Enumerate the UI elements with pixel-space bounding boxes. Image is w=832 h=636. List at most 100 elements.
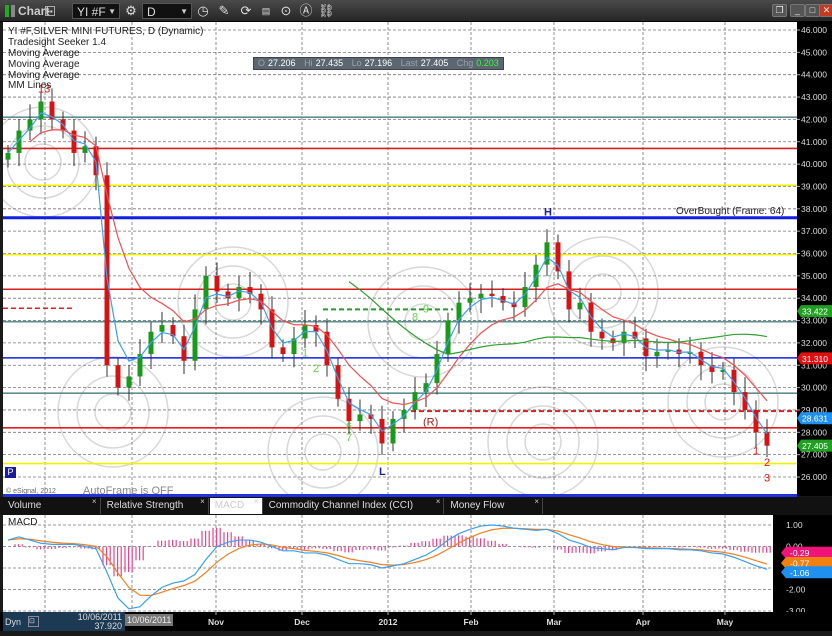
- price-pane[interactable]: 13 H L (R) 1 2 6 7 8 9 1 2 3 YI #F,SILVER MINI FUTUR…: [3, 22, 797, 496]
- y-tick-label: 28.000: [801, 427, 827, 437]
- candle-body: [236, 287, 242, 299]
- close-tab-icon[interactable]: ×: [534, 494, 539, 510]
- tab-label: Money Flow: [450, 500, 505, 511]
- tab-label: Volume: [8, 500, 42, 511]
- candle-body: [38, 101, 44, 120]
- candle-body: [159, 325, 165, 332]
- close-tab-icon[interactable]: ×: [200, 494, 205, 510]
- seeker-label: 9: [423, 304, 429, 316]
- gann-circle: [3, 106, 99, 218]
- low-value: 27.196: [364, 58, 393, 68]
- tab-money-flow[interactable]: Money Flow ×: [445, 497, 543, 514]
- tab-label: Commodity Channel Index (CCI): [268, 500, 414, 511]
- settings-icon[interactable]: ⚙: [123, 3, 139, 19]
- y-tick-label: 35.000: [801, 271, 827, 281]
- refresh-icon[interactable]: ⟳: [238, 3, 254, 19]
- candle-body: [5, 152, 11, 160]
- candle-body: [115, 365, 121, 388]
- candle-body: [632, 331, 638, 339]
- play-icon[interactable]: ⊙: [278, 3, 294, 19]
- chart-app-icon: [5, 3, 17, 19]
- y-tick-label: 37.000: [801, 226, 827, 236]
- gann-circle: [304, 433, 342, 471]
- symbol-input[interactable]: YI #F ▼: [72, 3, 120, 19]
- macd-line: [7, 524, 768, 610]
- close-tab-icon[interactable]: ×: [254, 494, 259, 510]
- high-label: Hi: [304, 58, 313, 68]
- candle-body: [599, 331, 605, 339]
- gann-circle: [267, 396, 379, 496]
- candle-body: [357, 414, 363, 422]
- seeker-label: 3: [764, 472, 770, 484]
- link-chain-icon[interactable]: ⛓: [318, 3, 335, 19]
- lock-icon[interactable]: ⊡: [28, 616, 39, 627]
- y-tick-label: 32.000: [801, 338, 827, 348]
- gann-circle: [76, 375, 150, 449]
- price-chart: 13HL(R)126789123: [3, 22, 797, 496]
- macd-tick-label: 1.00: [786, 520, 803, 530]
- close-button[interactable]: ✕: [819, 4, 832, 17]
- x-tick-label: Mar: [546, 617, 562, 627]
- x-tick-label: May: [717, 617, 734, 627]
- p-marker-button[interactable]: P: [5, 467, 16, 478]
- macd-badge-label: -0.29: [790, 548, 810, 558]
- y-tick-label: 43.000: [801, 92, 827, 102]
- clock-icon[interactable]: ◷: [195, 3, 211, 19]
- maximize-button[interactable]: □: [805, 4, 820, 17]
- x-tick-label: Feb: [463, 617, 478, 627]
- minimize-button[interactable]: _: [790, 4, 805, 17]
- cursor-readout: Dyn ⊡ 10/06/2011 37.920: [3, 612, 125, 631]
- x-tick-label: Dec: [294, 617, 310, 627]
- y-tick-label: 44.000: [801, 70, 827, 80]
- price-axis-svg: 46.000 45.000 44.000 43.000 42.000 41.000 40.0…: [797, 25, 832, 482]
- open-value: 27.206: [268, 58, 296, 68]
- pencil-icon[interactable]: ✎: [216, 3, 232, 19]
- seeker-label: 2: [313, 363, 319, 375]
- seeker-label: 1: [753, 446, 759, 458]
- overbought-label: OverBought (Frame: 64): [676, 206, 785, 217]
- gann-circle: [487, 386, 599, 496]
- y-tick-label: 41.000: [801, 137, 827, 147]
- candle-body: [489, 293, 495, 296]
- y-tick-label: 45.000: [801, 47, 827, 57]
- alert-icon[interactable]: Ⓐ: [298, 3, 314, 19]
- macd-chart: [3, 515, 773, 612]
- y-tick-label: 42.000: [801, 114, 827, 124]
- candle-body: [126, 376, 132, 388]
- candle-body: [764, 432, 770, 446]
- candle-body: [478, 293, 484, 299]
- macd-signal-line: [7, 527, 768, 597]
- tab-macd[interactable]: MACD ×: [209, 497, 263, 514]
- seeker-label: L: [379, 466, 386, 478]
- chevron-down-icon: ▼: [108, 7, 116, 16]
- y-tick-label: 36.000: [801, 249, 827, 259]
- y-tick-label: 34.000: [801, 293, 827, 303]
- tab-commodity-channel-index-cci-[interactable]: Commodity Channel Index (CCI) ×: [264, 497, 445, 514]
- candle-body: [225, 291, 231, 299]
- close-tab-icon[interactable]: ×: [92, 494, 97, 510]
- study-ma-1: Moving Average: [8, 48, 80, 59]
- template-icon[interactable]: ▤: [258, 3, 274, 19]
- ma-fast-line: [7, 112, 768, 434]
- close-tab-icon[interactable]: ×: [436, 494, 441, 510]
- y-tick-label: 46.000: [801, 25, 827, 35]
- quote-box: O 27.206 Hi 27.435 Lo 27.196 Last 27.405 Chg…: [253, 57, 504, 70]
- last-label: Last: [400, 58, 418, 68]
- tab-label: MACD: [214, 500, 245, 511]
- link-icon[interactable]: ▪▪: [45, 6, 55, 16]
- candle-body: [203, 275, 209, 310]
- restore-button[interactable]: ❐: [772, 4, 787, 17]
- seeker-label: 2: [764, 457, 770, 469]
- seeker-label: H: [544, 207, 552, 219]
- open-label: O: [258, 58, 266, 68]
- y-tick-label: 30.000: [801, 383, 827, 393]
- y-tick-label: 40.000: [801, 159, 827, 169]
- macd-axis[interactable]: 1.000.00-1.00-2.00-3.00-0.29-0.77-1.06: [773, 515, 832, 616]
- macd-pane[interactable]: MACD: [3, 515, 773, 612]
- cursor-value: 37.920: [94, 621, 122, 631]
- price-axis[interactable]: 46.000 45.000 44.000 43.000 42.000 41.000 40.0…: [797, 22, 832, 496]
- tab-relative-strength-index[interactable]: Relative Strength Index×: [102, 497, 209, 527]
- candle-body: [467, 298, 473, 303]
- interval-select[interactable]: D ▼: [142, 3, 192, 19]
- tab-volume[interactable]: Volume ×: [3, 497, 101, 514]
